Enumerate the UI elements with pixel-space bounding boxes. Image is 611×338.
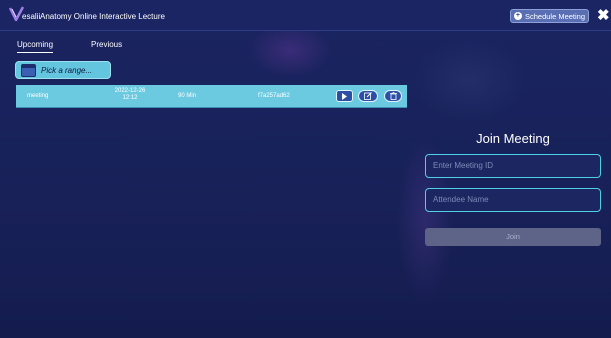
meeting-name: meeting (27, 93, 49, 99)
trash-icon (389, 92, 397, 100)
attendee-name-input[interactable]: Attendee Name (425, 188, 601, 212)
join-button[interactable]: Join (425, 228, 601, 246)
edit-meeting-button[interactable] (358, 90, 378, 102)
meeting-id-input[interactable]: Enter Meeting ID (425, 154, 601, 178)
play-icon (342, 92, 347, 100)
close-icon[interactable]: ✖ (597, 8, 610, 23)
app-title: Anatomy Online Interactive Lecture (40, 12, 165, 21)
date-range-picker[interactable]: Pick a range... (15, 61, 111, 79)
schedule-meeting-button[interactable]: + Schedule Meeting (510, 9, 589, 23)
calendar-icon (21, 64, 36, 77)
meeting-datetime: 2022-12-26 12:12 (100, 88, 160, 102)
meeting-duration: 90 Min (178, 93, 197, 99)
title-bar: esalii Anatomy Online Interactive Lectur… (0, 0, 611, 31)
tab-previous[interactable]: Previous (91, 40, 122, 49)
date-range-placeholder: Pick a range... (41, 66, 93, 75)
meeting-date: 2022-12-26 (114, 88, 146, 94)
join-meeting-title: Join Meeting (476, 131, 550, 146)
start-meeting-button[interactable] (336, 90, 353, 102)
delete-meeting-button[interactable] (384, 90, 402, 102)
meeting-time: 12:12 (122, 95, 138, 101)
schedule-meeting-label: Schedule Meeting (524, 11, 586, 21)
plus-icon: + (513, 12, 522, 20)
edit-icon (364, 92, 372, 100)
meeting-id: f7a257ad62 (258, 93, 290, 99)
tab-upcoming[interactable]: Upcoming (17, 40, 54, 53)
meeting-row: meeting 2022-12-26 12:12 90 Min f7a257ad… (16, 85, 407, 108)
logo-text: esalii (22, 12, 41, 21)
